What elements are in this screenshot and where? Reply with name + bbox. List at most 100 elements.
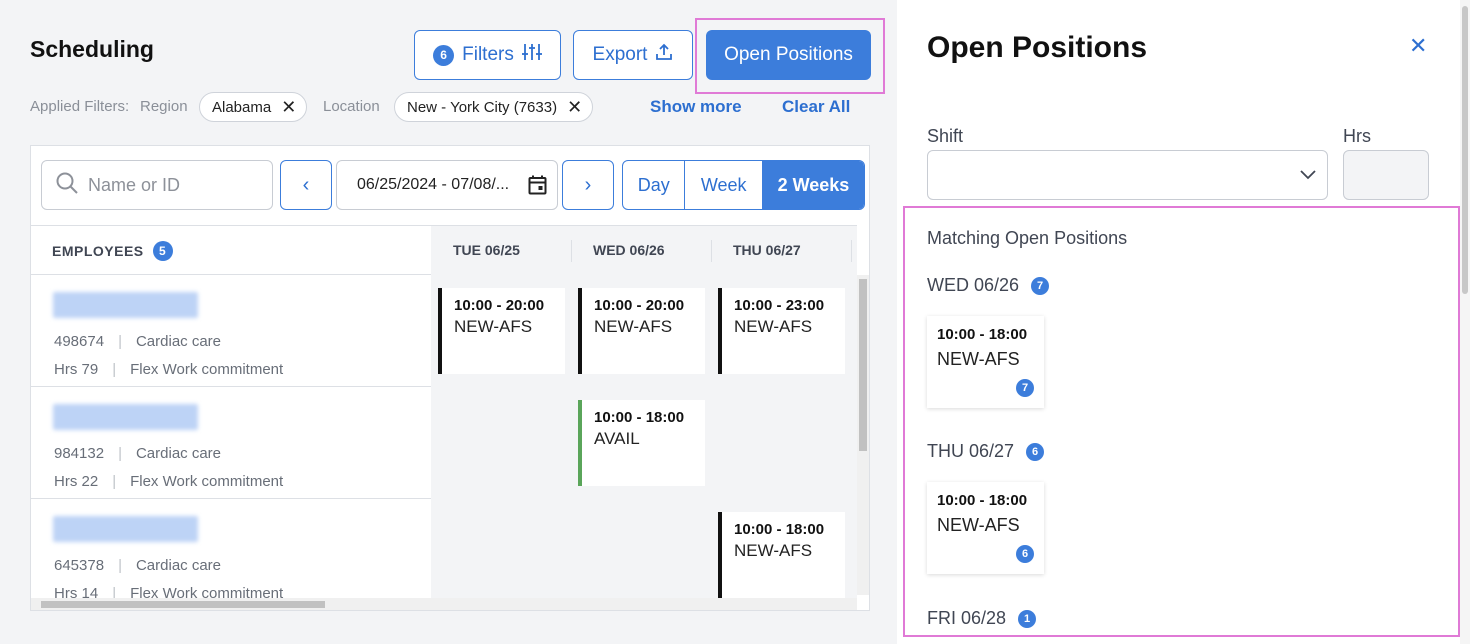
date-range-picker[interactable]: 06/25/2024 - 07/08/... [336, 160, 558, 210]
hrs-field[interactable] [1343, 150, 1429, 200]
day-group-count-badge: 7 [1031, 276, 1050, 295]
close-icon[interactable]: ✕ [281, 98, 296, 116]
column-divider [571, 240, 572, 262]
day-group-date: THU 06/27 [927, 441, 1015, 461]
export-button[interactable]: Export [573, 30, 693, 80]
matching-heading: Matching Open Positions [927, 228, 1128, 248]
open-position-card[interactable]: 10:00 - 18:00 NEW-AFS 6 [927, 482, 1044, 574]
employee-hrs-commitment: Hrs 79 | Flex Work commitment [54, 361, 283, 378]
employees-count-badge: 5 [152, 241, 173, 261]
filters-count-badge: 6 [433, 44, 455, 66]
location-filter-chip[interactable]: New - York City (7633) ✕ [394, 92, 594, 122]
chevron-right-icon: › [584, 173, 592, 196]
shift-select[interactable] [927, 150, 1328, 200]
scheduling-view: Scheduling 6 Filters Export Open Positio… [0, 0, 897, 644]
open-position-card[interactable]: 10:00 - 18:00 NEW-AFS 7 [927, 316, 1044, 408]
shift-time: 10:00 - 23:00 [734, 297, 825, 314]
employee-commitment: Flex Work commitment [130, 473, 284, 490]
employee-dept: Cardiac care [135, 333, 222, 350]
clear-all-link[interactable]: Clear All [782, 97, 850, 117]
employee-hrs-commitment: Hrs 22 | Flex Work commitment [54, 473, 283, 490]
vertical-scrollbar[interactable] [857, 275, 869, 595]
export-label: Export [592, 44, 648, 65]
shift-card[interactable]: 10:00 - 20:00 NEW-AFS [438, 288, 565, 374]
region-filter-value: Alabama [212, 98, 272, 116]
shift-time: 10:00 - 20:00 [454, 297, 545, 314]
day-group-header: FRI 06/28 1 [927, 608, 1037, 629]
open-positions-drawer: Open Positions ✕ Shift Hrs Matching Open… [897, 0, 1470, 644]
day-headers: TUE 06/25 WED 06/26 THU 06/27 [431, 226, 857, 276]
open-positions-button[interactable]: Open Positions [706, 30, 871, 80]
employees-header: EMPLOYEES 5 [52, 241, 173, 261]
day-group-header: WED 06/26 7 [927, 275, 1050, 296]
date-range-value: 06/25/2024 - 07/08/... [357, 176, 510, 193]
employee-id-dept: 498674 | Cardiac care [54, 333, 221, 350]
view-day-button[interactable]: Day [623, 161, 686, 209]
position-count-badge: 7 [1016, 379, 1034, 397]
employee-id: 498674 [54, 333, 105, 350]
separator: | [112, 361, 117, 378]
shift-card[interactable]: 10:00 - 23:00 NEW-AFS [718, 288, 845, 374]
shift-card[interactable]: 10:00 - 18:00 NEW-AFS [718, 512, 845, 598]
employee-name-redacted [53, 516, 198, 542]
shift-cells: 10:00 - 18:00 NEW-AFS [431, 499, 857, 610]
employee-name-redacted [53, 404, 198, 430]
employee-name-redacted [53, 292, 198, 318]
grid-header: EMPLOYEES 5 TUE 06/25 WED 06/26 THU 06/2… [31, 225, 857, 276]
employee-row[interactable]: 498674 | Cardiac care Hrs 79 | Flex Work com… [31, 275, 857, 387]
search-placeholder: Name or ID [88, 174, 181, 195]
previous-period-button[interactable]: ‹ [280, 160, 332, 210]
filters-label: Filters [462, 44, 514, 65]
employee-row[interactable]: 984132 | Cardiac care Hrs 22 | Flex Work com… [31, 387, 857, 499]
separator: | [118, 333, 122, 350]
scrollbar-thumb[interactable] [1462, 6, 1468, 294]
shift-name: NEW-AFS [734, 317, 813, 336]
separator: | [118, 557, 122, 574]
day-header: THU 06/27 [733, 242, 801, 258]
scrollbar-thumb[interactable] [41, 601, 325, 608]
employee-row[interactable]: 645378 | Cardiac care Hrs 14 | Flex Work com… [31, 499, 857, 610]
availability-card[interactable]: 10:00 - 18:00 AVAIL [578, 400, 705, 486]
applied-filters-bar: Applied Filters: Region Alabama ✕ Locati… [30, 92, 897, 122]
close-icon[interactable]: ✕ [1409, 33, 1427, 59]
shift-cells: 10:00 - 20:00 NEW-AFS 10:00 - 20:00 NEW-AF… [431, 275, 857, 387]
day-group-count-badge: 6 [1026, 442, 1045, 461]
employee-id: 645378 [54, 557, 105, 574]
close-icon[interactable]: ✕ [567, 98, 582, 116]
employee-id: 984132 [54, 445, 105, 462]
view-2weeks-button[interactable]: 2 Weeks [762, 161, 864, 209]
shift-time: 10:00 - 20:00 [594, 297, 685, 314]
next-period-button[interactable]: › [562, 160, 614, 210]
shift-card[interactable]: 10:00 - 20:00 NEW-AFS [578, 288, 705, 374]
column-divider [711, 240, 712, 262]
day-group-date: WED 06/26 [927, 275, 1020, 295]
day-group-count-badge: 1 [1018, 609, 1037, 628]
day-group-date: FRI 06/28 [927, 608, 1007, 628]
drawer-title: Open Positions [927, 31, 1148, 64]
position-name: NEW-AFS [937, 349, 1020, 369]
scrollbar-thumb[interactable] [859, 279, 867, 451]
region-filter-chip[interactable]: Alabama ✕ [199, 92, 308, 122]
shift-time: 10:00 - 18:00 [734, 521, 825, 538]
day-header: WED 06/26 [593, 242, 665, 258]
sliders-icon [521, 43, 542, 67]
upload-icon [655, 43, 673, 67]
drawer-scrollbar[interactable] [1460, 0, 1470, 644]
separator: | [112, 473, 117, 490]
location-filter-label: Location [323, 98, 380, 115]
location-filter-value: New - York City (7633) [407, 98, 558, 116]
calendar-icon[interactable] [528, 175, 547, 200]
shift-field-label: Shift [927, 126, 964, 146]
employee-commitment: Flex Work commitment [130, 361, 284, 378]
position-count-badge: 6 [1016, 545, 1034, 563]
search-icon [56, 172, 78, 199]
search-input[interactable]: Name or ID [41, 160, 273, 210]
show-more-link[interactable]: Show more [650, 97, 742, 117]
view-week-button[interactable]: Week [685, 161, 763, 209]
day-group-header: THU 06/27 6 [927, 441, 1045, 462]
horizontal-scrollbar[interactable] [31, 598, 857, 610]
region-filter-label: Region [140, 98, 188, 115]
column-divider [851, 240, 852, 262]
filters-button[interactable]: 6 Filters [414, 30, 561, 80]
shift-name: AVAIL [594, 429, 640, 448]
